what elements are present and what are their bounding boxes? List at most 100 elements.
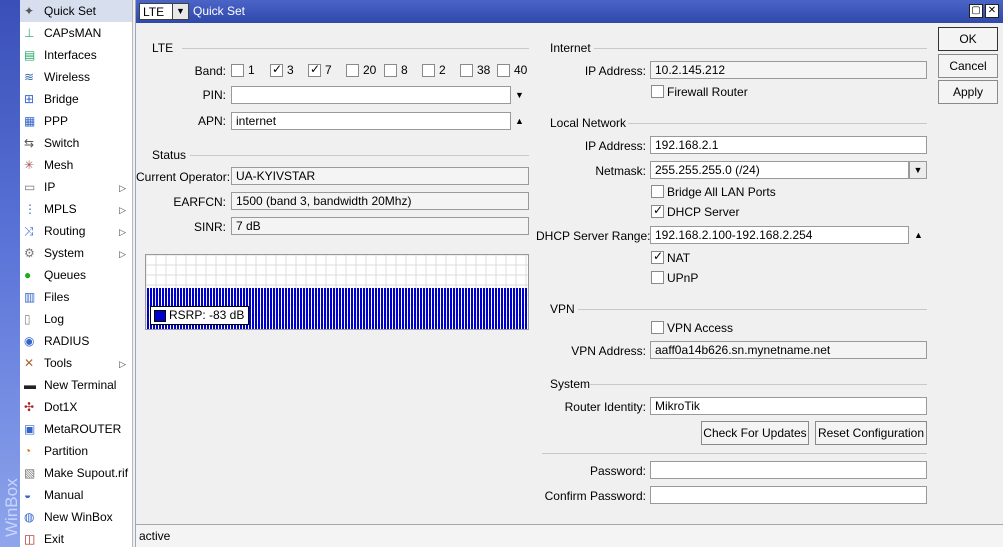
rsrp-sample-bar (336, 288, 338, 329)
bridge-all-lan-checkbox[interactable] (651, 185, 664, 198)
close-window-icon[interactable]: ✕ (985, 4, 999, 18)
rsrp-sample-bar (318, 288, 320, 329)
menu-item-switch[interactable]: ⇆ Switch (20, 132, 132, 154)
pin-label: PIN: (202, 88, 226, 102)
ppp-icon: ▦ (24, 114, 36, 128)
rsrp-sample-bar (489, 288, 491, 329)
band-1-checkbox[interactable] (231, 64, 244, 77)
check-for-updates-button[interactable]: Check For Updates (701, 421, 809, 445)
band-8-label: 8 (401, 63, 408, 77)
rsrp-sample-bar (363, 288, 365, 329)
pin-dropdown-icon[interactable]: ▼ (515, 90, 524, 100)
manual-icon: ◒ (24, 488, 32, 502)
menu-item-label: Switch (44, 136, 80, 150)
menu-item-capsman[interactable]: ⊥ CAPsMAN (20, 22, 132, 44)
rsrp-sample-bar (369, 288, 371, 329)
menu-item-manual[interactable]: ◒ Manual (20, 484, 132, 506)
menu-item-exit[interactable]: ◫ Exit (20, 528, 132, 547)
pin-input[interactable] (231, 86, 511, 104)
main-menu: ✦ Quick Set ⊥ CAPsMAN ▤ Interfaces ≋ Wireless ⊞ B… (20, 0, 133, 547)
menu-item-interfaces[interactable]: ▤ Interfaces (20, 44, 132, 66)
firewall-router-checkbox[interactable] (651, 85, 664, 98)
files-icon: ▥ (24, 290, 36, 304)
vpn-address-value: aaff0a14b626.sn.mynetname.net (650, 341, 927, 359)
rsrp-sample-bar (381, 288, 383, 329)
menu-item-mpls[interactable]: ⋮ MPLS ▷ (20, 198, 132, 220)
ok-button[interactable]: OK (938, 27, 998, 51)
band-40-checkbox[interactable] (497, 64, 510, 77)
rsrp-sample-bar (309, 288, 311, 329)
menu-item-routing[interactable]: ⤨ Routing ▷ (20, 220, 132, 242)
apn-input[interactable]: internet (231, 112, 511, 130)
mesh-icon: ✳ (24, 158, 35, 172)
rsrp-sample-bar (273, 288, 275, 329)
rsrp-sample-bar (459, 288, 461, 329)
upnp-checkbox[interactable] (651, 271, 664, 284)
rsrp-sample-bar (477, 288, 479, 329)
rsrp-sample-bar (432, 288, 434, 329)
band-3-checkbox[interactable]: ✓ (270, 62, 283, 77)
rsrp-sample-bar (495, 288, 497, 329)
rsrp-sample-bar (276, 288, 278, 329)
rsrp-sample-bar (285, 288, 287, 329)
menu-item-make-supout-rif[interactable]: ▧ Make Supout.rif (20, 462, 132, 484)
rsrp-sample-bar (471, 288, 473, 329)
bridge-icon: ⊞ (24, 92, 35, 106)
router-identity-input[interactable]: MikroTik (650, 397, 927, 415)
dhcp-server-checkbox[interactable]: ✓ (651, 203, 664, 218)
menu-item-files[interactable]: ▥ Files (20, 286, 132, 308)
chevron-down-icon[interactable]: ▼ (172, 4, 188, 19)
band-8-checkbox[interactable] (384, 64, 397, 77)
menu-item-queues[interactable]: ● Queues (20, 264, 132, 286)
vpn-access-checkbox[interactable] (651, 321, 664, 334)
band-20-checkbox[interactable] (346, 64, 359, 77)
mode-select[interactable]: LTE ▼ (139, 3, 189, 20)
menu-item-bridge[interactable]: ⊞ Bridge (20, 88, 132, 110)
dhcp-range-input[interactable]: 192.168.2.100-192.168.2.254 (650, 226, 909, 244)
rsrp-legend: RSRP: -83 dB (150, 306, 250, 325)
menu-item-metarouter[interactable]: ▣ MetaROUTER (20, 418, 132, 440)
nat-checkbox[interactable]: ✓ (651, 249, 664, 264)
menu-item-radius[interactable]: ◉ RADIUS (20, 330, 132, 352)
rsrp-sample-bar (399, 288, 401, 329)
menu-item-ppp[interactable]: ▦ PPP (20, 110, 132, 132)
rsrp-sample-bar (414, 288, 416, 329)
cancel-button[interactable]: Cancel (938, 54, 998, 78)
netmask-select[interactable]: 255.255.255.0 (/24) (650, 161, 909, 179)
band-7-checkbox[interactable]: ✓ (308, 62, 321, 77)
winbox-brand-strip: WinBox (0, 0, 20, 547)
menu-item-new-winbox[interactable]: ◍ New WinBox (20, 506, 132, 528)
local-ip-input[interactable]: 192.168.2.1 (650, 136, 927, 154)
rsrp-sample-bar (303, 288, 305, 329)
rsrp-sample-bar (525, 288, 527, 329)
vpn-access-label: VPN Access (667, 321, 734, 335)
rsrp-sample-bar (516, 288, 518, 329)
menu-item-mesh[interactable]: ✳ Mesh (20, 154, 132, 176)
confirm-password-input[interactable] (650, 486, 927, 504)
system-section-title: System (550, 377, 591, 391)
menu-item-label: MPLS (44, 202, 77, 216)
rsrp-color-swatch (154, 310, 166, 322)
menu-item-wireless[interactable]: ≋ Wireless (20, 66, 132, 88)
menu-item-new-terminal[interactable]: ▬ New Terminal (20, 374, 132, 396)
menu-item-dot1x[interactable]: ✣ Dot1X (20, 396, 132, 418)
menu-item-system[interactable]: ⚙ System ▷ (20, 242, 132, 264)
menu-item-ip[interactable]: ▭ IP ▷ (20, 176, 132, 198)
menu-item-label: New WinBox (44, 510, 113, 524)
menu-item-partition[interactable]: ◔ Partition (20, 440, 132, 462)
menu-item-quick-set[interactable]: ✦ Quick Set (20, 0, 132, 22)
apn-collapse-icon[interactable]: ▲ (515, 116, 524, 126)
password-input[interactable] (650, 461, 927, 479)
rsrp-sample-bar (435, 288, 437, 329)
band-38-checkbox[interactable] (460, 64, 473, 77)
wireless-icon: ≋ (24, 70, 35, 84)
apply-button[interactable]: Apply (938, 80, 998, 104)
reset-configuration-button[interactable]: Reset Configuration (815, 421, 927, 445)
band-2-checkbox[interactable] (422, 64, 435, 77)
restore-window-icon[interactable]: ▢ (969, 4, 983, 18)
netmask-dropdown-icon[interactable]: ▼ (909, 161, 927, 179)
submenu-arrow-icon: ▷ (119, 227, 126, 237)
menu-item-log[interactable]: ▯ Log (20, 308, 132, 330)
dhcp-range-collapse-icon[interactable]: ▲ (914, 230, 923, 240)
menu-item-tools[interactable]: ✕ Tools ▷ (20, 352, 132, 374)
